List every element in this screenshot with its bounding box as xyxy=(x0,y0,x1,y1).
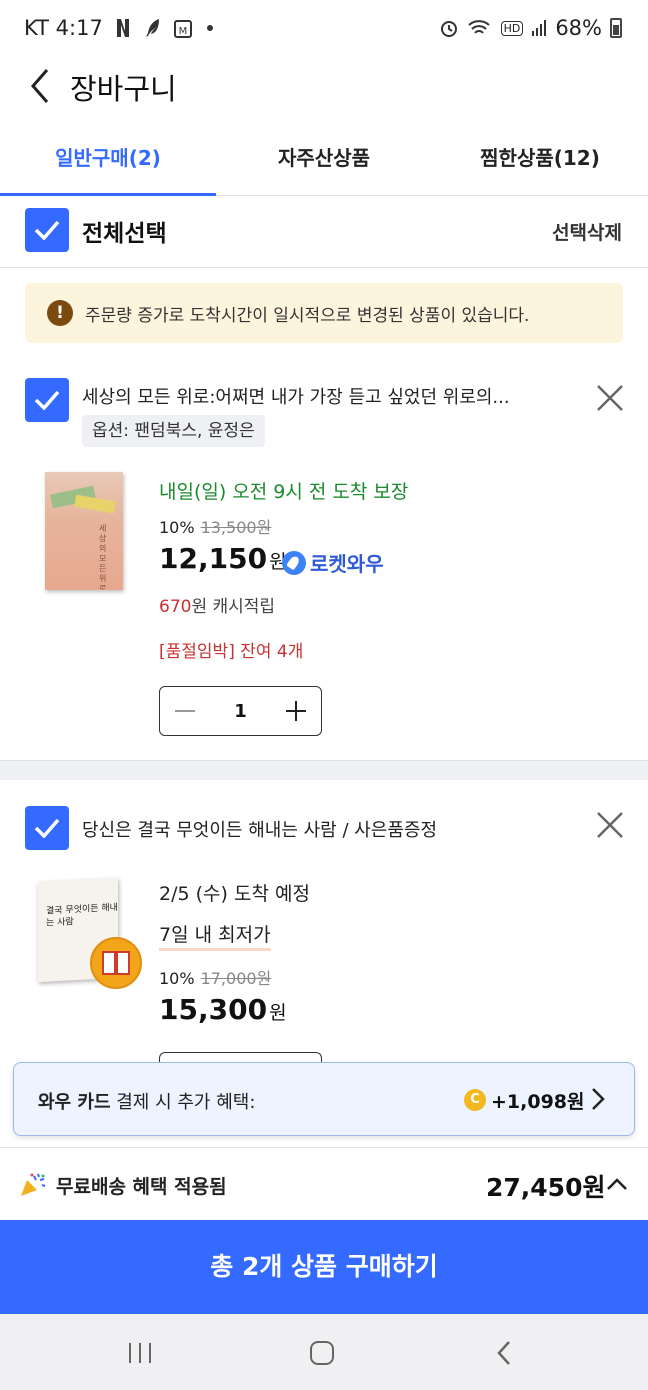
cashback-amount: 670 xyxy=(159,597,192,617)
item-title[interactable]: 당신은 결국 무엇이든 해내는 사람 / 사은품증정 xyxy=(82,816,437,842)
close-icon xyxy=(597,812,623,838)
system-back-button[interactable] xyxy=(484,1338,524,1368)
wow-card-text: 와우 카드 결제 시 추가 혜택: xyxy=(38,1088,255,1114)
back-button[interactable] xyxy=(20,62,60,110)
item-option: 옵션: 팬덤북스, 윤정은 xyxy=(82,415,265,447)
lowest-price-label: 7일 내 최저가 xyxy=(159,920,271,951)
svg-text:M: M xyxy=(178,26,187,37)
rocket-wow-label: 로켓와우 xyxy=(310,552,384,576)
gift-icon xyxy=(102,951,130,975)
party-popper-icon xyxy=(21,1173,46,1196)
section-divider xyxy=(0,760,648,780)
price-unit: 원 xyxy=(269,1002,287,1024)
more-notifications-dot xyxy=(206,25,213,31)
price-value: 15,300 xyxy=(159,993,268,1026)
page-title: 장바구니 xyxy=(70,72,177,106)
carrier-time: KT 4:17 xyxy=(24,16,103,40)
netflix-icon xyxy=(116,19,129,37)
minus-icon xyxy=(175,710,195,712)
stock-notice: [품절임박] 잔여 4개 xyxy=(159,642,304,662)
book-cover-image[interactable]: 세상의 모든 위로 xyxy=(45,472,123,590)
check-icon xyxy=(34,818,60,838)
divider xyxy=(0,1147,648,1148)
cashback-label: 원 캐시적립 xyxy=(191,597,276,617)
header: 장바구니 xyxy=(0,58,648,118)
delivery-estimate: 2/5 (수) 도착 예정 xyxy=(159,883,310,905)
discount-row: 10% 13,500원 xyxy=(159,514,271,538)
hd-icon: HD xyxy=(500,20,524,36)
signal-icon xyxy=(532,20,547,36)
quantity-stepper: 1 xyxy=(159,686,322,736)
battery-percent: 68% xyxy=(555,16,602,40)
notice-text: 주문량 증가로 도착시간이 일시적으로 변경된 상품이 있습니다. xyxy=(85,305,530,326)
total-summary-bar[interactable]: 무료배송 혜택 적용됨 27,450원 xyxy=(0,1150,648,1220)
free-shipping-label: 무료배송 혜택 적용됨 xyxy=(56,1176,227,1198)
close-icon xyxy=(597,385,623,411)
delete-selected-button[interactable]: 선택삭제 xyxy=(552,218,622,245)
discount-rate: 10% xyxy=(159,518,195,537)
original-price: 13,500원 xyxy=(200,518,272,537)
tab-wishlist[interactable]: 찜한상품(12) xyxy=(432,122,648,195)
select-all-row: 전체선택 선택삭제 xyxy=(0,196,648,268)
remove-item-button[interactable] xyxy=(592,807,628,843)
mail-app-icon: M xyxy=(173,20,192,38)
sale-price: 15,300 원 xyxy=(159,993,287,1026)
item-checkbox[interactable] xyxy=(25,378,69,422)
back-arrow-icon xyxy=(31,69,49,103)
alarm-icon xyxy=(440,21,457,37)
rocket-icon xyxy=(282,550,306,575)
decrease-button[interactable] xyxy=(160,687,210,735)
item-checkbox[interactable] xyxy=(25,806,69,850)
discount-rate: 10% xyxy=(159,969,195,988)
check-icon xyxy=(34,390,60,410)
select-all-label: 전체선택 xyxy=(82,221,167,247)
wow-card-benefit-label: 결제 시 추가 혜택: xyxy=(110,1092,256,1113)
sale-price: 12,150 원 xyxy=(159,542,287,575)
wow-card-amount: +1,098원 xyxy=(491,1091,585,1113)
system-nav-bar xyxy=(0,1314,648,1390)
system-back-icon xyxy=(497,1341,510,1365)
quantity-value[interactable]: 1 xyxy=(210,701,271,722)
status-bar: KT 4:17 M HD 68% xyxy=(0,0,648,58)
tab-frequent-products[interactable]: 자주산상품 xyxy=(216,122,432,195)
coin-icon: C xyxy=(464,1089,486,1111)
home-button[interactable] xyxy=(302,1338,342,1368)
battery-icon xyxy=(610,18,622,38)
recent-apps-button[interactable] xyxy=(120,1338,160,1368)
cover-art xyxy=(74,494,116,514)
select-all-checkbox[interactable] xyxy=(25,208,69,252)
delivery-guarantee: 내일(일) 오전 9시 전 도착 보장 xyxy=(159,481,409,503)
feather-icon xyxy=(145,19,159,37)
item-title[interactable]: 세상의 모든 위로:어쩌면 내가 가장 듣고 싶었던 위로의... xyxy=(82,383,510,409)
tab-general-purchase[interactable]: 일반구매(2) xyxy=(0,122,216,196)
tab-bar: 일반구매(2) 자주산상품 찜한상품(12) xyxy=(0,122,648,196)
home-icon xyxy=(310,1341,334,1365)
chevron-right-icon xyxy=(592,1088,605,1110)
cover-title: 세상의 모든 위로 xyxy=(99,524,107,590)
wow-card-banner[interactable]: 와우 카드 결제 시 추가 혜택: C +1,098원 xyxy=(13,1062,635,1136)
status-left: KT 4:17 M xyxy=(24,16,213,40)
original-price: 17,000원 xyxy=(200,969,272,988)
total-amount: 27,450원 xyxy=(486,1173,606,1202)
cashback-info: 670원 캐시적립 xyxy=(159,592,275,617)
delivery-notice: ! 주문량 증가로 도착시간이 일시적으로 변경된 상품이 있습니다. xyxy=(25,283,623,343)
rocket-wow-badge: 로켓와우 xyxy=(282,548,384,577)
cover-title: 결국 무엇이든 해내는 사람 xyxy=(46,902,118,929)
wifi-icon xyxy=(467,20,490,34)
remove-item-button[interactable] xyxy=(592,380,628,416)
plus-icon xyxy=(286,701,306,721)
price-value: 12,150 xyxy=(159,542,268,575)
purchase-button[interactable]: 총 2개 상품 구매하기 xyxy=(0,1220,648,1314)
wow-card-brand: 와우 카드 xyxy=(38,1092,111,1113)
chevron-up-icon xyxy=(607,1178,627,1190)
discount-row: 10% 17,000원 xyxy=(159,965,271,989)
recent-apps-icon xyxy=(129,1343,151,1363)
increase-button[interactable] xyxy=(271,687,321,735)
gift-badge xyxy=(90,937,142,989)
warning-icon: ! xyxy=(47,300,73,326)
status-right: HD 68% xyxy=(439,16,622,40)
check-icon xyxy=(34,220,60,240)
